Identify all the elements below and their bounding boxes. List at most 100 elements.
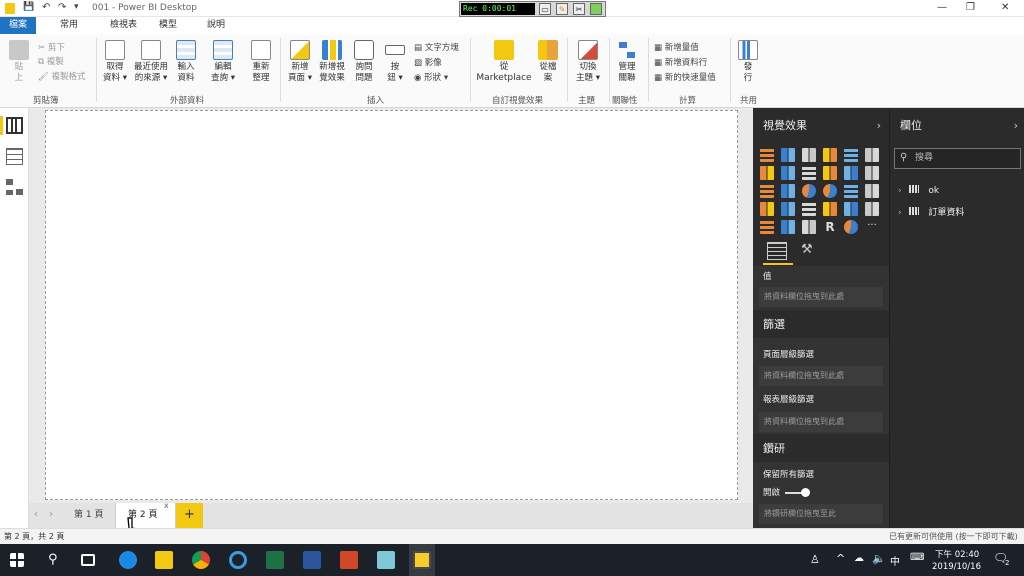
matrix-visual-icon[interactable] bbox=[802, 220, 816, 234]
report-view-icon[interactable] bbox=[6, 117, 23, 134]
collapse-visualizations-icon[interactable]: › bbox=[877, 113, 881, 139]
keep-filters-toggle[interactable] bbox=[785, 488, 810, 497]
new-page-button[interactable]: 新增 頁面 ▾ bbox=[284, 40, 316, 84]
stacked-column-visual-icon[interactable] bbox=[781, 148, 795, 162]
area-visual-icon[interactable] bbox=[781, 166, 795, 180]
fields-well-tab-icon[interactable] bbox=[767, 242, 787, 260]
new-measure-button[interactable]: ▦ 新增量值 bbox=[654, 41, 699, 53]
search-icon[interactable]: ⚲ bbox=[48, 552, 58, 567]
filled-map-visual-icon[interactable] bbox=[760, 202, 774, 216]
cloud-icon[interactable]: ☁ bbox=[854, 553, 864, 564]
format-painter-button[interactable]: 🖌 複製格式 bbox=[38, 70, 86, 82]
fields-search-input[interactable]: 搜尋 bbox=[894, 148, 1021, 169]
shapes-button[interactable]: ◉ 形狀 ▾ bbox=[414, 71, 448, 83]
buttons-button[interactable]: 按 鈕 ▾ bbox=[383, 40, 407, 84]
file-explorer-icon[interactable] bbox=[155, 551, 173, 569]
page-tab-1[interactable]: 第 1 頁 bbox=[62, 503, 117, 528]
save-icon[interactable]: 💾 bbox=[23, 2, 34, 12]
scatter-visual-icon[interactable] bbox=[781, 184, 795, 198]
ask-question-button[interactable]: 詢問 問題 bbox=[349, 40, 379, 84]
add-page-button[interactable]: + bbox=[176, 503, 203, 528]
page-filters-drop-well[interactable]: 將資料欄位拖曳到此處 bbox=[759, 366, 883, 386]
edge-icon[interactable] bbox=[119, 551, 137, 569]
kpi-visual-icon[interactable] bbox=[865, 202, 879, 216]
line-column-visual-icon[interactable] bbox=[823, 166, 837, 180]
restore-button[interactable]: ❐ bbox=[966, 2, 975, 13]
new-quick-measure-button[interactable]: ▦ 新的快速量值 bbox=[654, 71, 716, 83]
from-file-button[interactable]: 從檔 案 bbox=[535, 40, 561, 84]
card-visual-icon[interactable] bbox=[823, 202, 837, 216]
clustered-column-visual-icon[interactable] bbox=[823, 148, 837, 162]
clustered-bar-visual-icon[interactable] bbox=[802, 148, 816, 162]
edit-queries-button[interactable]: 編輯 查詢 ▾ bbox=[208, 40, 238, 84]
slicer-visual-icon[interactable] bbox=[760, 220, 774, 234]
cut-button[interactable]: ✂ 剪下 bbox=[38, 41, 65, 53]
undo-icon[interactable]: ↶ bbox=[42, 2, 50, 13]
format-tab-paintroller-icon[interactable]: ⚒ bbox=[801, 242, 815, 260]
tab-help[interactable]: 說明 bbox=[198, 17, 234, 34]
volume-icon[interactable]: 🔈 bbox=[872, 552, 886, 565]
clock-time[interactable]: 下午 02:40 bbox=[935, 548, 979, 560]
funnel-visual-icon[interactable] bbox=[781, 202, 795, 216]
pie-visual-icon[interactable] bbox=[802, 184, 816, 198]
windows-start-icon[interactable] bbox=[10, 553, 24, 567]
tab-modeling[interactable]: 模型 bbox=[150, 17, 186, 34]
100-column-visual-icon[interactable] bbox=[865, 148, 879, 162]
tab-view[interactable]: 檢視表 bbox=[101, 17, 146, 34]
data-view-icon[interactable] bbox=[6, 148, 23, 165]
show-hidden-icons[interactable]: ^ bbox=[836, 552, 845, 565]
tab-file[interactable]: 檔案 bbox=[0, 17, 37, 34]
page-nav-next[interactable]: › bbox=[49, 509, 53, 520]
close-button[interactable]: ✕ bbox=[1001, 2, 1009, 13]
recorder-scissors-icon[interactable]: ✂ bbox=[573, 3, 585, 15]
notepad-icon[interactable] bbox=[377, 551, 395, 569]
page-nav-prev[interactable]: ‹ bbox=[34, 509, 38, 520]
values-drop-well[interactable]: 將資料欄位拖曳到此處 bbox=[759, 287, 883, 307]
r-visual-visual-icon[interactable]: R bbox=[823, 220, 837, 234]
customize-quick-access-icon[interactable]: ▾ bbox=[74, 2, 79, 12]
relationship-view-icon[interactable] bbox=[6, 179, 23, 196]
get-data-button[interactable]: 取得 資料 ▾ bbox=[100, 40, 130, 84]
recorder-screen-icon[interactable]: ▭ bbox=[539, 3, 551, 15]
100-bar-visual-icon[interactable] bbox=[844, 148, 858, 162]
text-box-button[interactable]: ▤ 文字方塊 bbox=[414, 41, 459, 53]
excel-icon[interactable] bbox=[266, 551, 284, 569]
recorder-stop-icon[interactable] bbox=[590, 3, 602, 15]
people-icon[interactable]: ♙ bbox=[810, 553, 820, 566]
publish-button[interactable]: 發 行 bbox=[735, 40, 761, 84]
report-filters-drop-well[interactable]: 將資料欄位拖曳到此處 bbox=[759, 412, 883, 432]
minimize-button[interactable]: — bbox=[937, 2, 947, 13]
enter-data-button[interactable]: 輸入 資料 bbox=[172, 40, 200, 84]
stacked-bar-visual-icon[interactable] bbox=[760, 148, 774, 162]
gauge-visual-icon[interactable] bbox=[802, 202, 816, 216]
update-available-link[interactable]: 已有更新可供使用 (按一下即可下載) bbox=[889, 529, 1018, 544]
donut-visual-icon[interactable] bbox=[823, 184, 837, 198]
clock-date[interactable]: 2019/10/16 bbox=[932, 562, 981, 572]
word-icon[interactable] bbox=[303, 551, 321, 569]
redo-icon[interactable]: ↷ bbox=[58, 2, 66, 13]
waterfall-visual-icon[interactable] bbox=[760, 184, 774, 198]
field-table-orders[interactable]: › 訂單資料 bbox=[898, 205, 964, 218]
line-stacked-column-visual-icon[interactable] bbox=[844, 166, 858, 180]
more-visuals-visual-icon[interactable]: ··· bbox=[865, 220, 879, 234]
new-visual-button[interactable]: 新增視 覺效果 bbox=[316, 40, 348, 84]
manage-relationships-button[interactable]: 管理 關聯 bbox=[613, 40, 641, 84]
table-visual-icon[interactable] bbox=[781, 220, 795, 234]
internet-explorer-icon[interactable] bbox=[229, 551, 247, 569]
keyboard-icon[interactable]: ⌨ bbox=[910, 552, 924, 563]
recorder-pen-icon[interactable]: ✎ bbox=[556, 3, 568, 15]
map-visual-icon[interactable] bbox=[865, 184, 879, 198]
globe-visual-icon[interactable] bbox=[844, 220, 858, 234]
stacked-area-visual-icon[interactable] bbox=[802, 166, 816, 180]
ime-indicator[interactable]: 中 bbox=[890, 553, 900, 568]
drillthrough-drop-well[interactable]: 將鑽研欄位拖曳至此 bbox=[759, 504, 883, 524]
image-button[interactable]: ▧ 影像 bbox=[414, 56, 442, 68]
powerpoint-icon[interactable] bbox=[340, 551, 358, 569]
multi-row-card-visual-icon[interactable] bbox=[844, 202, 858, 216]
ribbon-visual-icon[interactable] bbox=[865, 166, 879, 180]
close-page-icon[interactable]: x bbox=[164, 501, 169, 510]
collapse-fields-icon[interactable]: › bbox=[1014, 113, 1018, 139]
new-column-button[interactable]: ▦ 新增資料行 bbox=[654, 56, 707, 68]
copy-button[interactable]: ⧉ 複製 bbox=[38, 55, 64, 67]
recent-sources-button[interactable]: 最近使用 的來源 ▾ bbox=[131, 40, 171, 84]
